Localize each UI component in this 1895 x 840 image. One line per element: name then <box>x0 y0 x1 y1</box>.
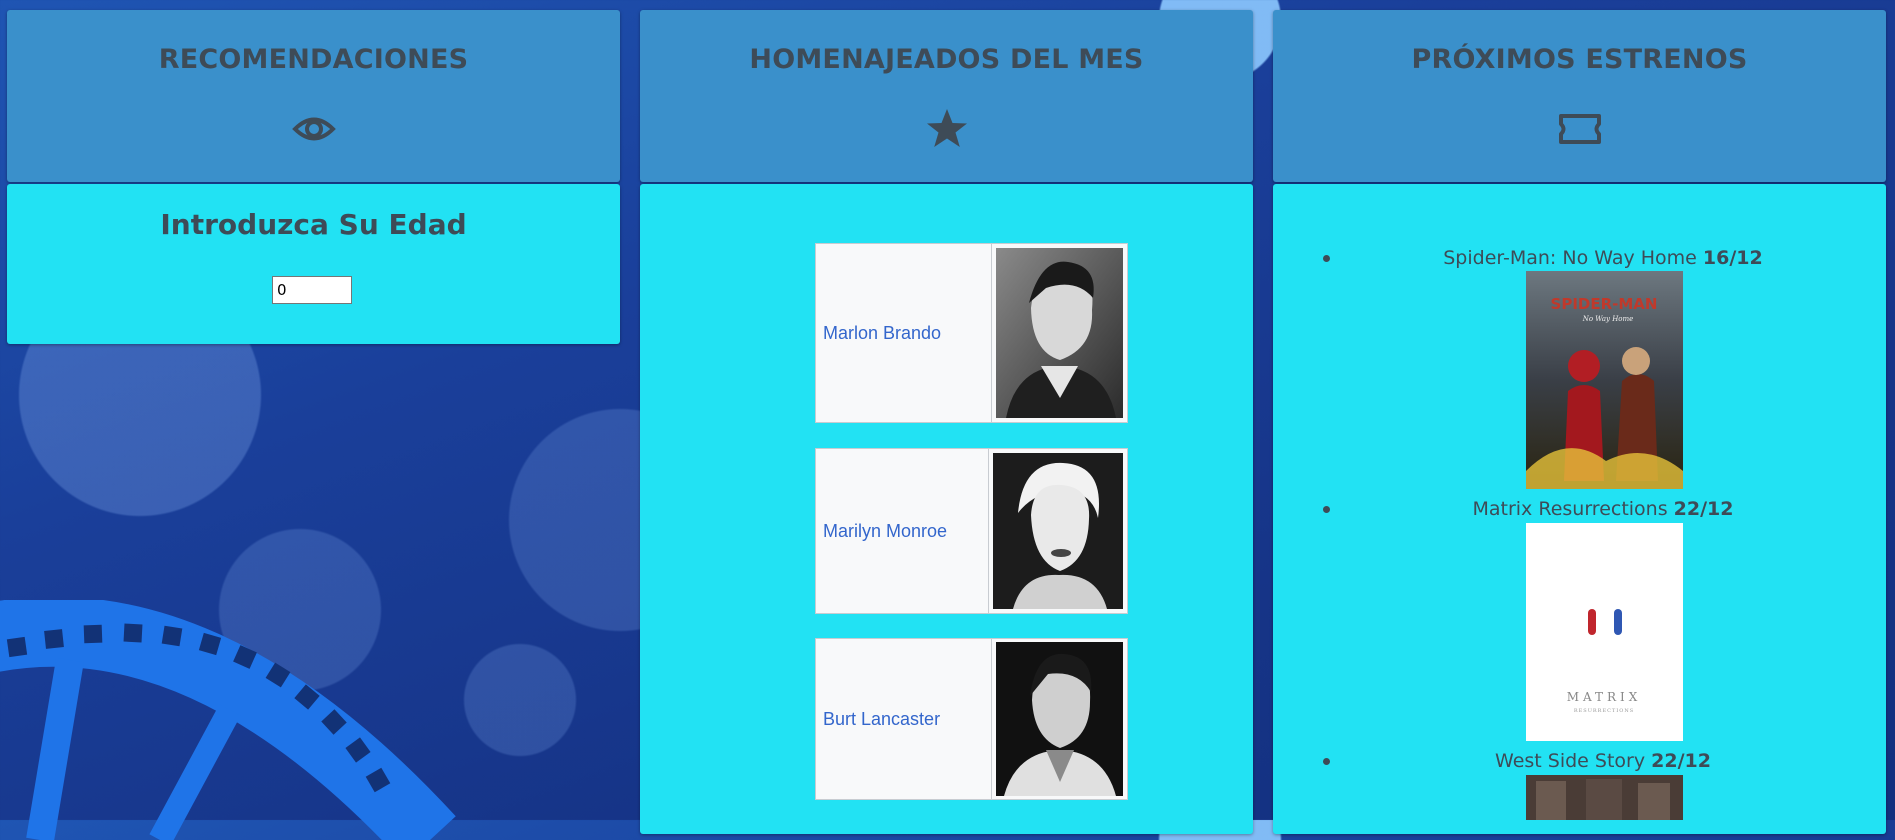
movie-date: 22/12 <box>1673 498 1734 520</box>
list-item: West Side Story 22/12 <box>1323 750 1883 772</box>
tribute-card: Marlon Brando <box>815 243 1128 423</box>
movie-title: Spider-Man: No Way Home <box>1443 247 1697 269</box>
portrait-image <box>996 642 1123 796</box>
poster-subtitle-text: RESURRECTIONS <box>1574 708 1634 714</box>
list-item: Spider-Man: No Way Home 16/12 <box>1323 247 1883 269</box>
recommendations-header: RECOMENDACIONES <box>7 10 620 182</box>
tribute-photo <box>991 639 1127 799</box>
film-strip-decoration <box>0 600 456 840</box>
list-item: Matrix Resurrections 22/12 <box>1323 498 1883 520</box>
movie-title: Matrix Resurrections <box>1472 498 1668 520</box>
tribute-name-link[interactable]: Marilyn Monroe <box>816 449 988 613</box>
portrait-image <box>993 453 1123 609</box>
portrait-image <box>996 248 1123 418</box>
movie-date: 16/12 <box>1702 247 1763 269</box>
movie-title: West Side Story <box>1495 750 1646 772</box>
star-icon <box>926 109 967 147</box>
tribute-card: Burt Lancaster <box>815 638 1128 800</box>
movie-date: 22/12 <box>1651 750 1711 772</box>
tribute-photo <box>991 244 1127 422</box>
poster-logo-text: MATRIX <box>1567 690 1642 704</box>
tributes-header: HOMENAJEADOS DEL MES <box>640 10 1253 182</box>
tributes-title: HOMENAJEADOS DEL MES <box>749 44 1144 75</box>
movie-poster <box>1526 775 1683 820</box>
premieres-header: PRÓXIMOS ESTRENOS <box>1273 10 1886 182</box>
age-form-panel: Introduzca Su Edad <box>7 184 620 344</box>
bullet <box>1323 255 1330 262</box>
movie-poster: SPIDER-MAN No Way Home <box>1526 271 1683 489</box>
bullet <box>1323 758 1330 765</box>
eye-icon <box>291 117 336 141</box>
tribute-name-link[interactable]: Burt Lancaster <box>816 639 991 799</box>
premieres-title: PRÓXIMOS ESTRENOS <box>1411 44 1748 75</box>
bullet <box>1323 506 1330 513</box>
age-input[interactable] <box>272 276 352 304</box>
recommendations-title: RECOMENDACIONES <box>158 44 469 75</box>
tribute-photo <box>988 449 1127 613</box>
ticket-icon <box>1558 114 1601 144</box>
tribute-name-link[interactable]: Marlon Brando <box>816 244 991 422</box>
poster-subtitle-text: No Way Home <box>1582 315 1634 323</box>
age-form-title: Introduzca Su Edad <box>160 208 467 241</box>
tribute-card: Marilyn Monroe <box>815 448 1128 614</box>
poster-logo-text: SPIDER-MAN <box>1551 295 1658 313</box>
movie-poster: MATRIX RESURRECTIONS <box>1526 523 1683 741</box>
